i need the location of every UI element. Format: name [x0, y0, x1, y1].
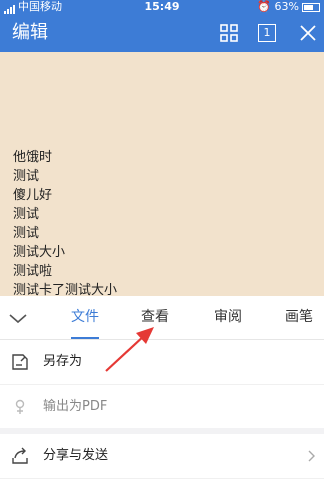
- chevron-down-icon[interactable]: [8, 308, 28, 328]
- toolbar: 文件 查看 审阅 画笔: [0, 296, 324, 340]
- tab-file[interactable]: 文件: [62, 296, 108, 339]
- tab-pen[interactable]: 画笔: [276, 296, 322, 339]
- tab-review[interactable]: 审阅: [205, 296, 251, 339]
- close-icon[interactable]: [298, 23, 318, 43]
- doc-line: 测试: [13, 226, 40, 241]
- page-count-icon[interactable]: 1: [258, 24, 276, 42]
- page-title: 编辑: [12, 22, 48, 43]
- share-send-label: 分享与发送: [43, 448, 109, 463]
- document-text: 他饿时 测试 傻儿好 测试 测试 测试大小 测试啦 测试卡了测试大小: [13, 148, 117, 296]
- status-bar: 中国移动 15:49 ⏰ 63%: [0, 0, 324, 14]
- battery-percent: 63%: [274, 0, 299, 13]
- doc-line: 他饿时: [13, 150, 53, 165]
- title-bar: 编辑 1: [0, 14, 324, 52]
- export-pdf-item[interactable]: 输出为PDF: [0, 385, 324, 430]
- doc-line: 测试: [13, 207, 40, 222]
- export-pdf-label: 输出为PDF: [43, 399, 108, 414]
- tab-view[interactable]: 查看: [132, 296, 178, 339]
- share-send-item[interactable]: 分享与发送: [0, 434, 324, 479]
- doc-line: 测试啦: [13, 264, 53, 279]
- battery-icon: [302, 2, 320, 12]
- doc-line: 傻儿好: [13, 188, 53, 203]
- document-canvas[interactable]: 他饿时 测试 傻儿好 测试 测试 测试大小 测试啦 测试卡了测试大小: [0, 52, 324, 296]
- save-as-label: 另存为: [43, 354, 83, 369]
- save-as-icon: [12, 354, 28, 370]
- grid-icon[interactable]: [219, 23, 239, 43]
- file-menu: 另存为 输出为PDF: [0, 340, 324, 430]
- battery: ⏰ 63%: [257, 0, 320, 14]
- alarm-icon: ⏰: [257, 0, 272, 13]
- save-as-item[interactable]: 另存为: [0, 340, 324, 385]
- page-badge: 1: [263, 26, 271, 39]
- chevron-right-icon: [308, 450, 315, 462]
- doc-line: 测试卡了测试大小: [13, 283, 118, 296]
- doc-line: 测试: [13, 169, 40, 184]
- share-menu: 分享与发送: [0, 434, 324, 479]
- doc-line: 测试大小: [13, 245, 66, 260]
- export-pdf-icon: [15, 399, 25, 414]
- share-icon: [12, 447, 28, 464]
